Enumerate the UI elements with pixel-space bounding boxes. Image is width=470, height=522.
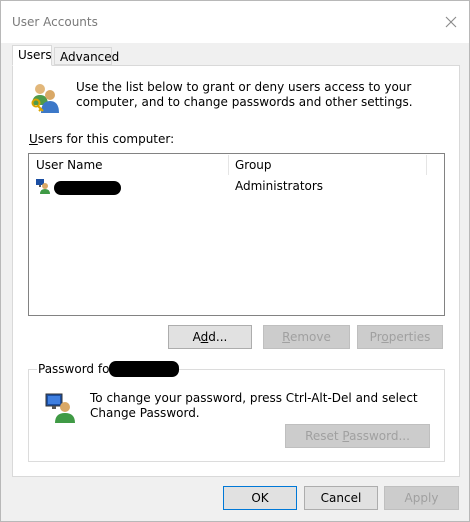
add-label-post: d...: [208, 330, 228, 344]
user-account-icon: [35, 178, 51, 194]
group-cell: Administrators: [235, 179, 324, 193]
user-password-icon: [45, 392, 77, 424]
password-for-label: Password for: [37, 362, 116, 376]
reset-label-pre: Reset: [305, 429, 343, 443]
tab-users[interactable]: Users: [12, 45, 52, 66]
remove-label-post: emove: [289, 330, 331, 344]
column-header-group[interactable]: Group: [228, 154, 426, 176]
password-instructions: To change your password, press Ctrl-Alt-…: [90, 391, 418, 420]
apply-button[interactable]: Apply: [384, 486, 459, 510]
ok-button[interactable]: OK: [223, 486, 297, 510]
users-for-computer-label: Users for this computer:: [29, 132, 174, 146]
users-label-text: sers for this computer:: [37, 132, 175, 146]
intro-description: Use the list below to grant or deny user…: [76, 80, 413, 109]
properties-button[interactable]: Properties: [357, 325, 443, 349]
add-label-pre: A: [192, 330, 201, 344]
users-label-access-key: U: [29, 132, 38, 146]
redacted-password-user: [109, 361, 179, 377]
password-group-box: Password for To change your password, pr…: [28, 361, 445, 462]
cancel-button[interactable]: Cancel: [304, 486, 378, 510]
properties-label-access-key: o: [381, 330, 389, 344]
reset-password-button[interactable]: Reset Password...: [285, 424, 430, 448]
add-button[interactable]: Add...: [168, 325, 252, 349]
table-row[interactable]: Administrators: [30, 177, 444, 196]
title-bar: User Accounts: [1, 1, 469, 43]
column-separator[interactable]: [426, 155, 427, 175]
properties-label-pre: Pr: [369, 330, 382, 344]
close-icon[interactable]: [443, 14, 459, 30]
list-header: User Name Group: [29, 154, 444, 176]
users-list[interactable]: User Name Group Administrators: [28, 153, 445, 316]
users-key-icon: [27, 80, 63, 116]
properties-label-post: perties: [388, 330, 431, 344]
remove-button[interactable]: Remove: [263, 325, 350, 349]
tab-advanced[interactable]: Advanced: [54, 47, 119, 65]
window-title: User Accounts: [12, 15, 98, 29]
redacted-user-name: [54, 181, 121, 195]
column-header-user-name[interactable]: User Name: [29, 154, 228, 176]
users-tab-panel: Use the list below to grant or deny user…: [12, 65, 460, 477]
user-accounts-window: User Accounts Users Advanced Use the lis…: [0, 0, 470, 522]
remove-label-access-key: R: [282, 330, 290, 344]
reset-label-post: assword...: [349, 429, 410, 443]
